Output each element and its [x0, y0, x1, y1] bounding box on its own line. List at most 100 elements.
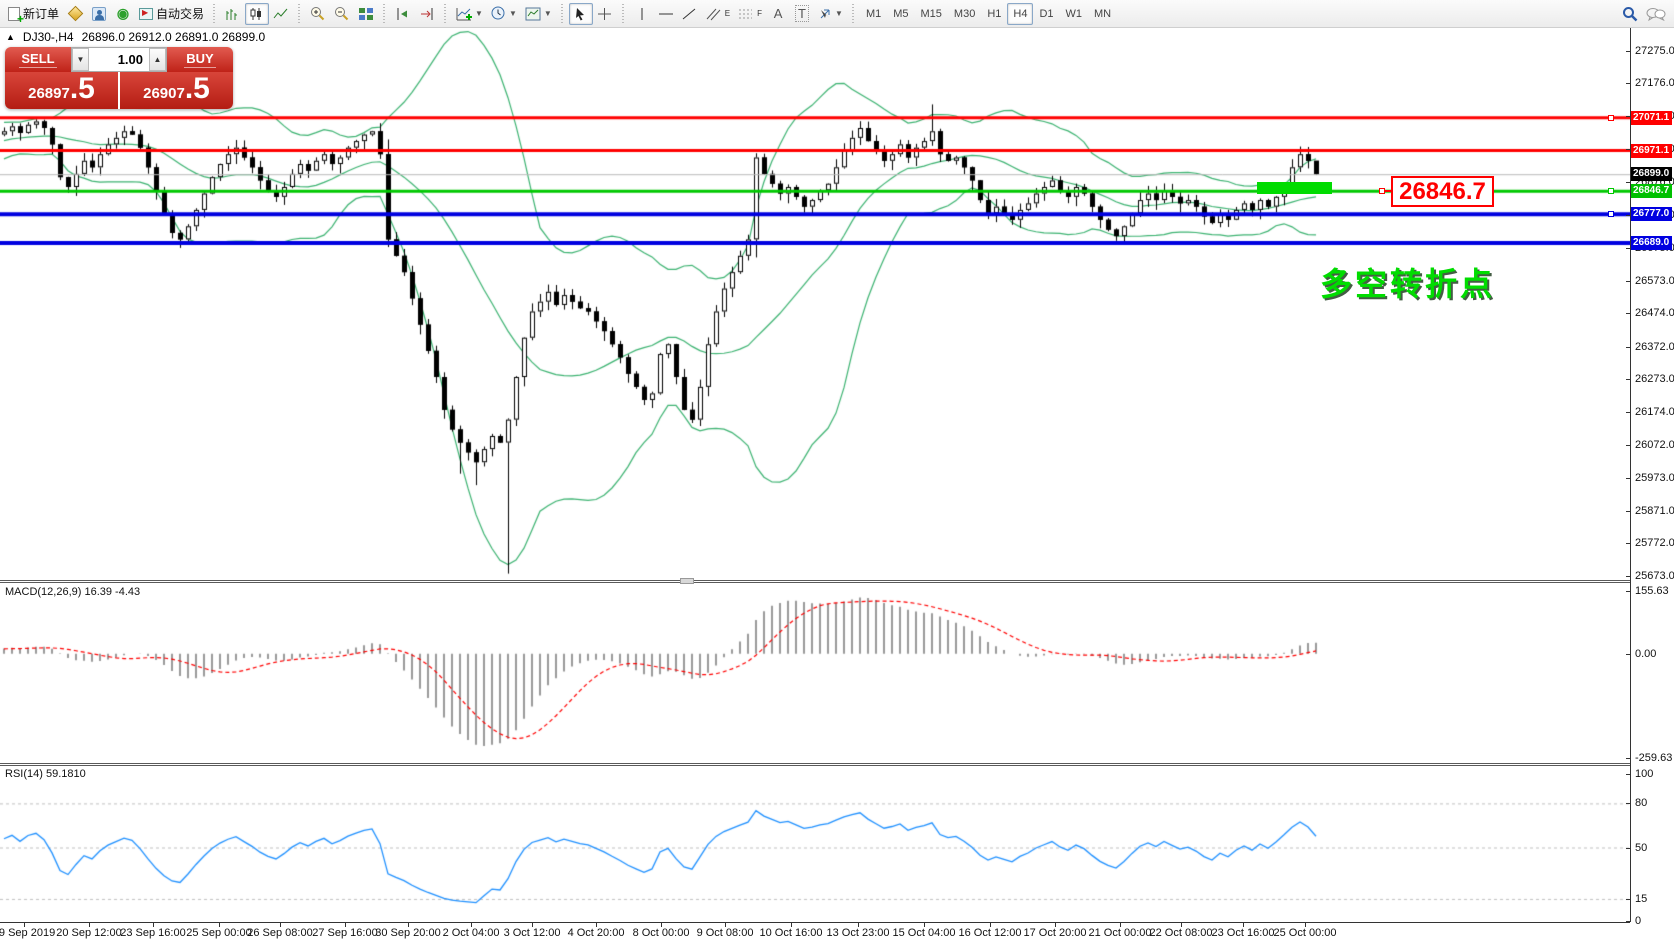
horizontal-line-icon: [658, 7, 674, 21]
crosshair-button[interactable]: [593, 3, 617, 25]
tab-timeframe-m5[interactable]: M5: [887, 3, 914, 25]
line-edit-marker[interactable]: [1608, 115, 1614, 121]
channel-button[interactable]: E: [702, 3, 734, 25]
zoom-out-icon: [334, 6, 350, 21]
time-axis-line: [0, 922, 1630, 923]
price-tick-label: 26174.0: [1635, 406, 1673, 418]
bar-chart-button[interactable]: [221, 3, 245, 25]
trendline-icon: [682, 7, 697, 21]
price-tick-label: 26072.0: [1635, 439, 1673, 451]
tile-windows-button[interactable]: [354, 3, 378, 25]
price-tick-label: 15: [1635, 893, 1673, 905]
price-line-label: 26899.0: [1631, 167, 1672, 181]
zoom-in-icon: [310, 6, 326, 21]
tab-timeframe-m1[interactable]: M1: [860, 3, 887, 25]
volume-value[interactable]: 1.00: [89, 48, 149, 71]
tab-timeframe-mn[interactable]: MN: [1088, 3, 1117, 25]
time-tick-mark: [596, 922, 597, 927]
volume-down-button[interactable]: ▼: [72, 48, 89, 71]
fibonacci-icon: [738, 7, 754, 21]
turning-point-annotation[interactable]: 多空转折点: [1320, 259, 1495, 305]
auto-scroll-button[interactable]: [391, 3, 415, 25]
time-tick-mark: [990, 922, 991, 927]
trendline-button[interactable]: [678, 3, 702, 25]
text-button[interactable]: A: [766, 3, 790, 25]
time-tick-mark: [924, 922, 925, 927]
new-order-label: 新订单: [23, 5, 59, 22]
price-tick-label: 25673.0: [1635, 570, 1673, 582]
auto-scroll-icon: [395, 7, 411, 21]
time-tick-mark: [1243, 922, 1244, 927]
sell-price[interactable]: 26897 .5: [5, 72, 118, 109]
time-tick-mark: [1305, 922, 1306, 927]
price-line-label: 26689.0: [1631, 236, 1672, 250]
time-tick-mark: [153, 922, 154, 927]
chat-button[interactable]: [1642, 3, 1670, 25]
panel-collapse-icon[interactable]: ▲: [6, 32, 15, 42]
autotrading-button[interactable]: 自动交易: [135, 3, 208, 25]
rsi-panel-canvas[interactable]: [0, 766, 1630, 922]
text-label-button[interactable]: T: [790, 3, 814, 25]
line-edit-marker[interactable]: [1608, 188, 1614, 194]
panel-splitter[interactable]: [0, 763, 1630, 766]
new-order-icon: +: [8, 7, 20, 21]
horizontal-line-button[interactable]: [654, 3, 678, 25]
candlestick-icon: [249, 7, 265, 21]
tab-timeframe-m15[interactable]: M15: [915, 3, 948, 25]
toolbar-grip: [559, 4, 566, 24]
indicators-button[interactable]: ▼: [452, 3, 487, 25]
price-tick-label: 25772.0: [1635, 537, 1673, 549]
price-tick-label: 27275.0: [1635, 45, 1673, 57]
vertical-line-button[interactable]: [630, 3, 654, 25]
templates-button[interactable]: ▼: [521, 3, 556, 25]
main-toolbar: + 新订单 ◉ 自动交易 ▼ ▼ ▼ E F A T ▼ M1 M5 M15 M…: [0, 0, 1674, 28]
price-tick-label: 155.63: [1635, 585, 1673, 597]
panel-splitter[interactable]: [0, 580, 1630, 583]
strategy-tester-button[interactable]: [87, 3, 111, 25]
arrows-button[interactable]: ▼: [814, 3, 847, 25]
signals-button[interactable]: ◉: [111, 3, 135, 25]
person-icon: [92, 7, 106, 21]
macd-panel-canvas[interactable]: [0, 583, 1630, 763]
ohlc-values: 26896.0 26912.0 26891.0 26899.0: [82, 30, 266, 44]
bar-chart-icon: [225, 7, 241, 21]
line-edit-marker[interactable]: [1608, 211, 1614, 217]
buy-price[interactable]: 26907 .5: [120, 72, 233, 109]
zoom-out-button[interactable]: [330, 3, 354, 25]
tab-timeframe-h4[interactable]: H4: [1007, 3, 1033, 25]
periods-button[interactable]: ▼: [487, 3, 521, 25]
line-chart-button[interactable]: [269, 3, 293, 25]
chart-shift-button[interactable]: [415, 3, 439, 25]
fibonacci-button[interactable]: F: [734, 3, 766, 25]
time-tick-mark: [1181, 922, 1182, 927]
tab-timeframe-w1[interactable]: W1: [1060, 3, 1089, 25]
splitter-handle[interactable]: [680, 578, 694, 584]
one-click-trading-panel: SELL ▼ 1.00 ▲ BUY 26897 .5 26907 .5: [5, 47, 233, 109]
volume-up-button[interactable]: ▲: [149, 48, 166, 71]
tab-timeframe-h1[interactable]: H1: [981, 3, 1007, 25]
new-order-button[interactable]: + 新订单: [4, 3, 63, 25]
text-icon: A: [774, 6, 783, 21]
price-callout-box[interactable]: 26846.7: [1391, 176, 1494, 207]
tab-timeframe-d1[interactable]: D1: [1033, 3, 1059, 25]
gold-diamond-icon: [67, 6, 83, 22]
arrows-icon: [818, 7, 832, 21]
price-tick-label: 25973.0: [1635, 472, 1673, 484]
price-tick-label: 26372.0: [1635, 341, 1673, 353]
toolbar-grip: [296, 4, 303, 24]
green-highlight-rectangle[interactable]: [1257, 182, 1332, 194]
quotes-button[interactable]: [63, 3, 87, 25]
sell-button[interactable]: SELL: [5, 47, 71, 72]
rsi-indicator-label: RSI(14) 59.1810: [5, 768, 86, 780]
price-tick-label: 27176.0: [1635, 77, 1673, 89]
channel-letter: E: [725, 9, 730, 18]
zoom-in-button[interactable]: [306, 3, 330, 25]
time-tick-mark: [89, 922, 90, 927]
buy-button[interactable]: BUY: [167, 47, 233, 72]
toolbar-grip: [442, 4, 449, 24]
tab-timeframe-m30[interactable]: M30: [948, 3, 981, 25]
search-button[interactable]: [1618, 3, 1642, 25]
buy-price-big: .5: [185, 74, 210, 104]
cursor-button[interactable]: [569, 3, 593, 25]
candlestick-chart-button[interactable]: [245, 3, 269, 25]
